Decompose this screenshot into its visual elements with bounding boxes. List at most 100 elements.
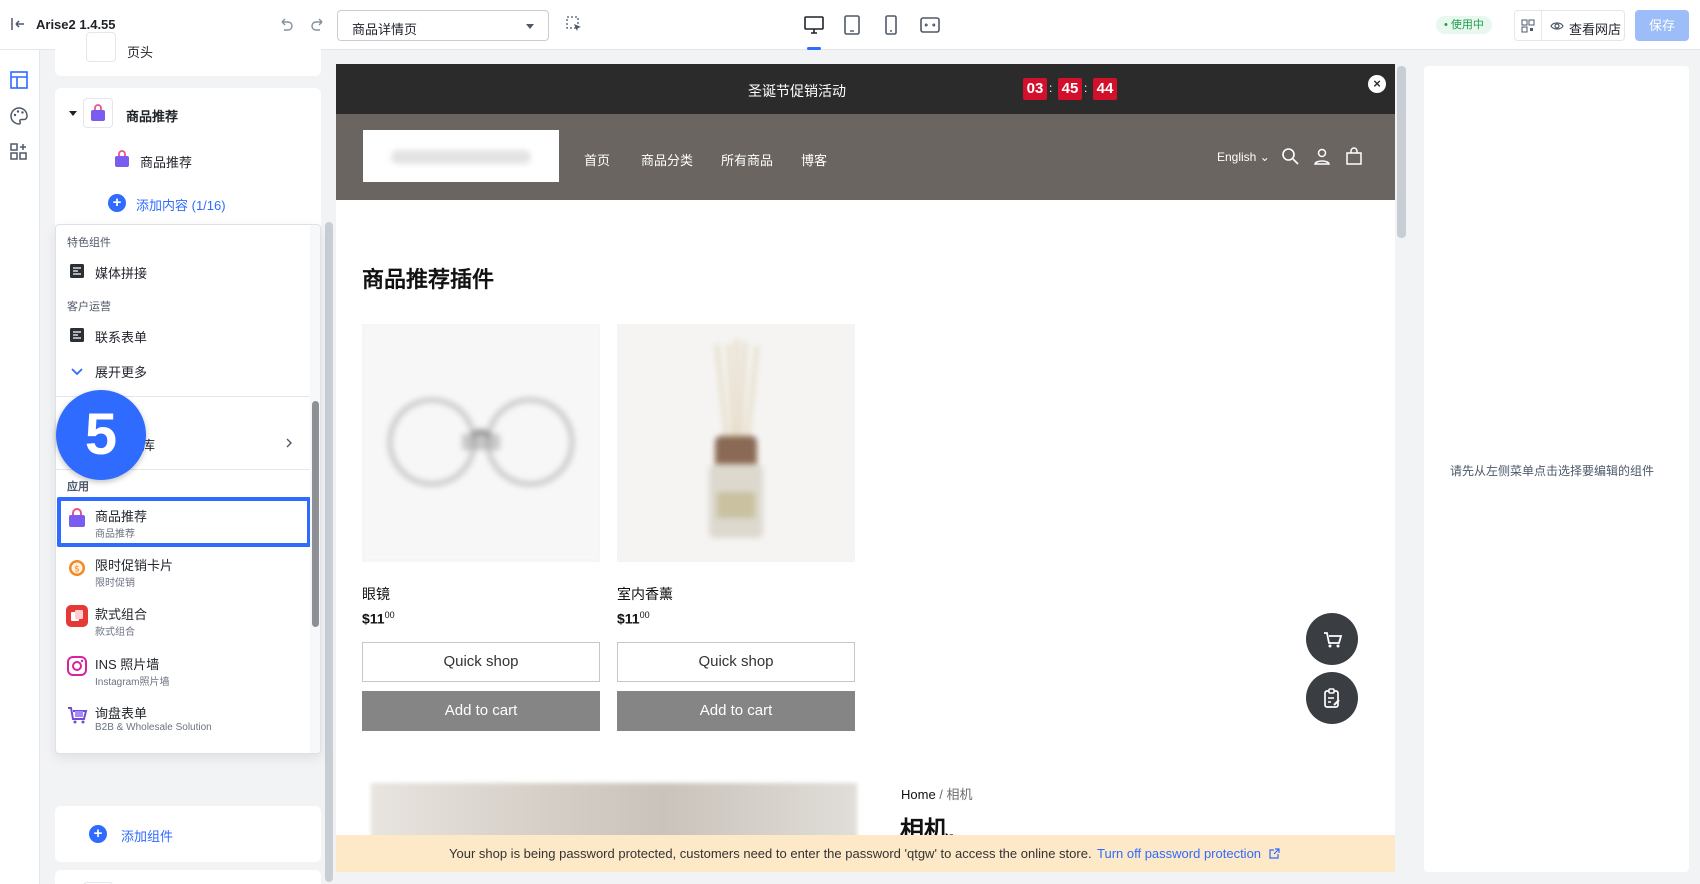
app-item-title[interactable]: 限时促销卡片 — [95, 555, 173, 574]
view-store-label: 查看网店 — [1569, 22, 1622, 37]
preview-scrollbar[interactable] — [1397, 66, 1406, 238]
quick-shop-button[interactable]: Quick shop — [362, 642, 600, 682]
exit-icon[interactable] — [10, 16, 26, 32]
page-select-value: 商品详情页 — [352, 22, 418, 37]
product-price: $1100 — [617, 610, 650, 627]
inquiry-cart-fab[interactable] — [1306, 613, 1358, 665]
chevron-down-icon[interactable] — [69, 363, 85, 379]
app-item-title[interactable]: 询盘表单 — [95, 703, 147, 722]
product-name[interactable]: 眼镜 — [362, 584, 390, 604]
quick-shop-button[interactable]: Quick shop — [617, 642, 855, 682]
nav-link[interactable]: 博客 — [801, 150, 827, 169]
app-item-subtitle: 款式组合 — [95, 627, 135, 638]
app-item-subtitle: Instagram照片墙 — [95, 677, 170, 688]
qr-code-icon — [1521, 19, 1535, 33]
store-nav: 首页 商品分类 所有商品 博客 English ⌄ — [336, 114, 1395, 200]
expand-more-link[interactable]: 展开更多 — [95, 362, 147, 381]
inquiry-cart-icon — [66, 704, 88, 726]
app-name: Arise2 — [36, 17, 76, 32]
form-icon — [70, 328, 84, 342]
chevron-down-icon — [526, 24, 534, 29]
product-price: $1100 — [362, 610, 395, 627]
menu-scrollbar[interactable] — [312, 401, 319, 627]
countdown-seconds: 44 — [1093, 78, 1117, 100]
menu-item-media-grid[interactable]: 媒体拼接 — [95, 263, 147, 282]
fullscreen-icon[interactable] — [919, 14, 941, 36]
gift-bag-icon — [66, 507, 88, 529]
add-content-link[interactable]: 添加内容 (1/16) — [136, 195, 226, 214]
price-main: $11 — [362, 610, 385, 627]
nav-link[interactable]: 商品分类 — [641, 150, 693, 169]
desktop-view-icon[interactable] — [803, 14, 825, 36]
nav-link[interactable]: 所有商品 — [721, 150, 773, 169]
breadcrumb-current: 相机 — [946, 787, 973, 802]
product-image[interactable] — [617, 324, 855, 562]
add-component-link[interactable]: 添加组件 — [121, 826, 173, 845]
turn-off-password-link[interactable]: Turn off password protection — [1097, 846, 1280, 861]
inquiry-form-fab[interactable] — [1306, 672, 1358, 724]
sections-icon[interactable] — [9, 70, 29, 90]
account-icon[interactable] — [1312, 146, 1332, 166]
footer-section-card[interactable]: 页脚 — [55, 870, 321, 884]
section-label[interactable]: 商品推荐 — [126, 106, 178, 125]
countdown-separator: : — [1084, 81, 1088, 95]
redo-icon[interactable] — [310, 16, 326, 32]
page-select[interactable]: 商品详情页 — [337, 10, 549, 41]
password-protection-bar: Your shop is being password protected, c… — [336, 835, 1395, 872]
price-cents: 00 — [639, 610, 650, 620]
bundle-icon — [66, 605, 88, 627]
search-icon[interactable] — [1280, 146, 1300, 166]
inquiry-cart-icon — [1324, 632, 1343, 648]
turn-off-password-label: Turn off password protection — [1097, 846, 1262, 861]
active-device-indicator — [807, 47, 821, 50]
chevron-right-icon[interactable] — [284, 438, 294, 448]
theme-palette-icon[interactable] — [9, 106, 29, 126]
svg-text:$: $ — [74, 565, 80, 575]
add-to-cart-button[interactable]: Add to cart — [362, 691, 600, 731]
password-notice: Your shop is being password protected, c… — [449, 846, 1092, 861]
product-name[interactable]: 室内香薰 — [617, 584, 673, 604]
add-to-cart-button[interactable]: Add to cart — [617, 691, 855, 731]
add-component-card: + 添加组件 — [55, 806, 321, 862]
cart-bag-icon[interactable] — [1344, 146, 1364, 166]
undo-icon[interactable] — [278, 16, 294, 32]
app-item-subtitle: B2B & Wholesale Solution — [95, 722, 212, 733]
promo-bar: 圣诞节促销活动 03 : 45 : 44 × — [336, 64, 1395, 114]
store-logo[interactable] — [363, 130, 559, 182]
app-item-title[interactable]: 款式组合 — [95, 604, 147, 623]
top-bar: Arise2 1.4.55 商品详情页 • 使用中 查看网店 保存 — [0, 0, 1700, 50]
header-section-label: 页头 — [127, 45, 154, 60]
add-component-plus-icon[interactable]: + — [89, 825, 107, 843]
countdown-hours: 03 — [1023, 78, 1047, 100]
add-content-plus-icon[interactable]: + — [108, 194, 126, 212]
close-icon[interactable]: × — [1368, 75, 1386, 93]
price-main: $11 — [617, 610, 640, 627]
apps-icon[interactable] — [9, 142, 29, 162]
element-picker-icon[interactable] — [565, 15, 583, 33]
app-item-title[interactable]: 商品推荐 — [95, 506, 147, 525]
header-section-card[interactable]: 页头 — [55, 32, 321, 76]
view-store-button[interactable]: 查看网店 — [1541, 10, 1625, 41]
collapse-toggle-icon[interactable] — [69, 111, 77, 116]
menu-item-contact-form[interactable]: 联系表单 — [95, 327, 147, 346]
save-button[interactable]: 保存 — [1635, 10, 1689, 41]
breadcrumb: Home / 相机 — [901, 784, 973, 803]
qr-code-button[interactable] — [1514, 10, 1542, 41]
clipboard-edit-icon — [1324, 688, 1340, 708]
price-cents: 00 — [384, 610, 395, 620]
app-item-title[interactable]: INS 照片墙 — [95, 654, 159, 673]
app-version: 1.4.55 — [79, 17, 116, 32]
language-selector[interactable]: English ⌄ — [1217, 150, 1270, 164]
left-panel-scrollbar[interactable] — [325, 222, 333, 882]
product-image[interactable] — [362, 324, 600, 562]
gift-bag-icon — [115, 150, 129, 167]
nav-link[interactable]: 首页 — [584, 150, 610, 169]
tablet-view-icon[interactable] — [841, 14, 863, 36]
section-child-label[interactable]: 商品推荐 — [140, 152, 192, 171]
section-heading: 商品推荐插件 — [362, 267, 495, 292]
mobile-view-icon[interactable] — [880, 14, 902, 36]
promo-text: 圣诞节促销活动 — [748, 83, 846, 99]
countdown-minutes: 45 — [1058, 78, 1082, 100]
breadcrumb-home[interactable]: Home — [901, 787, 936, 802]
apps-heading: 应用 — [67, 481, 89, 493]
